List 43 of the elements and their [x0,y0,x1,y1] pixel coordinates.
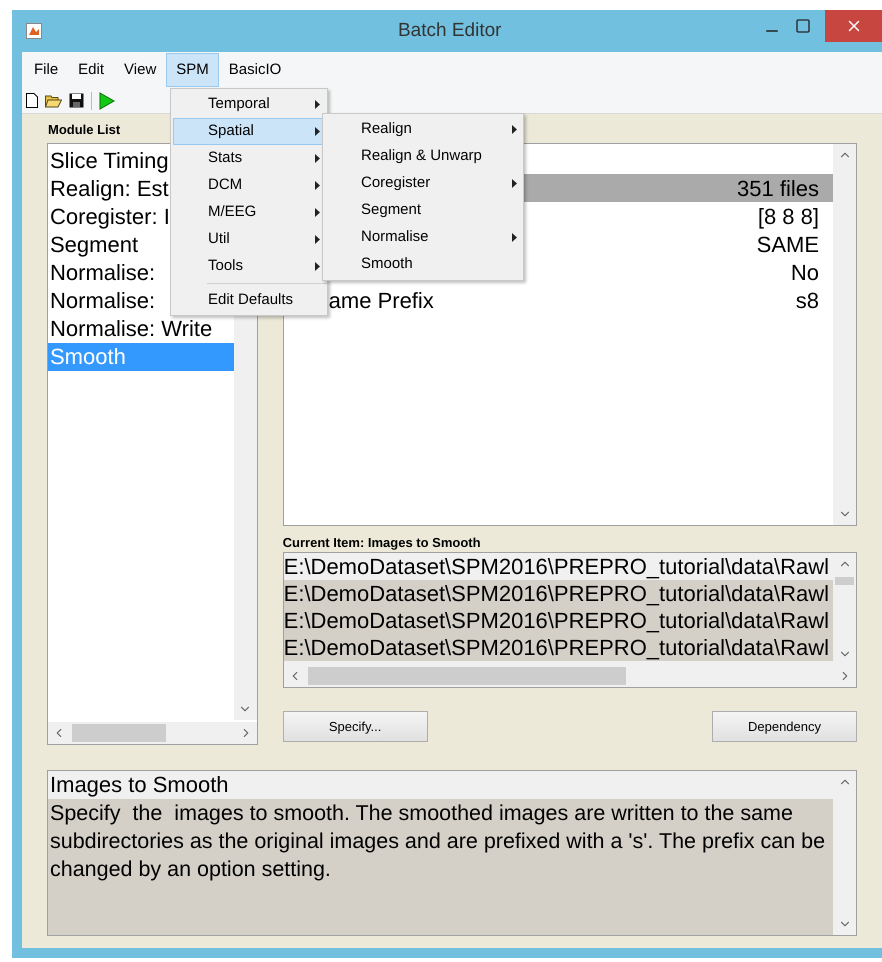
menu-item[interactable]: File [24,53,68,87]
maximize-icon[interactable] [795,18,811,34]
vertical-scrollbar[interactable] [833,144,856,525]
menu-entry[interactable]: Edit Defaults [173,287,325,313]
menu-entry[interactable]: Temporal [173,91,325,118]
save-icon[interactable] [69,93,84,108]
module-item[interactable]: Normalise: Write [48,315,234,343]
file-path[interactable]: E:\DemoDataset\SPM2016\PREPRO_tutorial\data\Rawl [284,634,833,661]
action-button[interactable]: Dependency [712,711,857,742]
app-icon [26,23,42,39]
window-title: Batch Editor [398,18,502,43]
menu-item[interactable]: View [114,53,166,87]
menu-entry[interactable]: Tools [173,253,325,280]
menu-entry[interactable]: Smooth [323,251,523,278]
close-button[interactable] [825,10,882,42]
scroll-thumb[interactable] [72,724,166,742]
option-label: ame Prefix [328,286,434,314]
panel-label: Module List [48,121,120,139]
file-path[interactable]: E:\DemoDataset\SPM2016\PREPRO_tutorial\data\Rawl [284,580,833,607]
vertical-scrollbar[interactable] [833,771,856,935]
option-value: 351 files [737,174,819,202]
current-item-label: Current Item: Images to Smooth [282,534,482,552]
horizontal-scrollbar[interactable] [48,722,257,744]
menu-item[interactable]: SPM [166,53,219,87]
scroll-thumb[interactable] [835,577,854,585]
new-file-icon[interactable] [26,93,38,108]
help-title: Images to Smooth [48,771,833,799]
menu-entry[interactable]: Spatial [173,118,325,145]
menu-entry[interactable]: Util [173,226,325,253]
run-icon[interactable] [99,92,115,110]
menu-item[interactable]: BasicIO [218,53,292,87]
option-value: s8 [796,286,819,314]
menu-entry[interactable]: Realign & Unwarp [323,143,523,170]
menu-entry[interactable]: Normalise [323,224,523,251]
help-text: Specify the images to smooth. The smoothed images are written to the same subdirectories as the original images and are prefixed with a 's'. The prefix can be changed by an option setting. [49,800,826,883]
menu-item[interactable]: Edit [68,53,114,87]
scroll-thumb[interactable] [308,667,626,685]
open-folder-icon[interactable] [45,94,62,108]
menu-entry[interactable]: M/EEG [173,199,325,226]
menu-entry[interactable]: Realign [323,116,523,143]
menu-entry[interactable]: Stats [173,145,325,172]
action-button[interactable]: Specify... [282,711,428,742]
file-path[interactable]: E:\DemoDataset\SPM2016\PREPRO_tutorial\data\Rawl [284,607,833,634]
